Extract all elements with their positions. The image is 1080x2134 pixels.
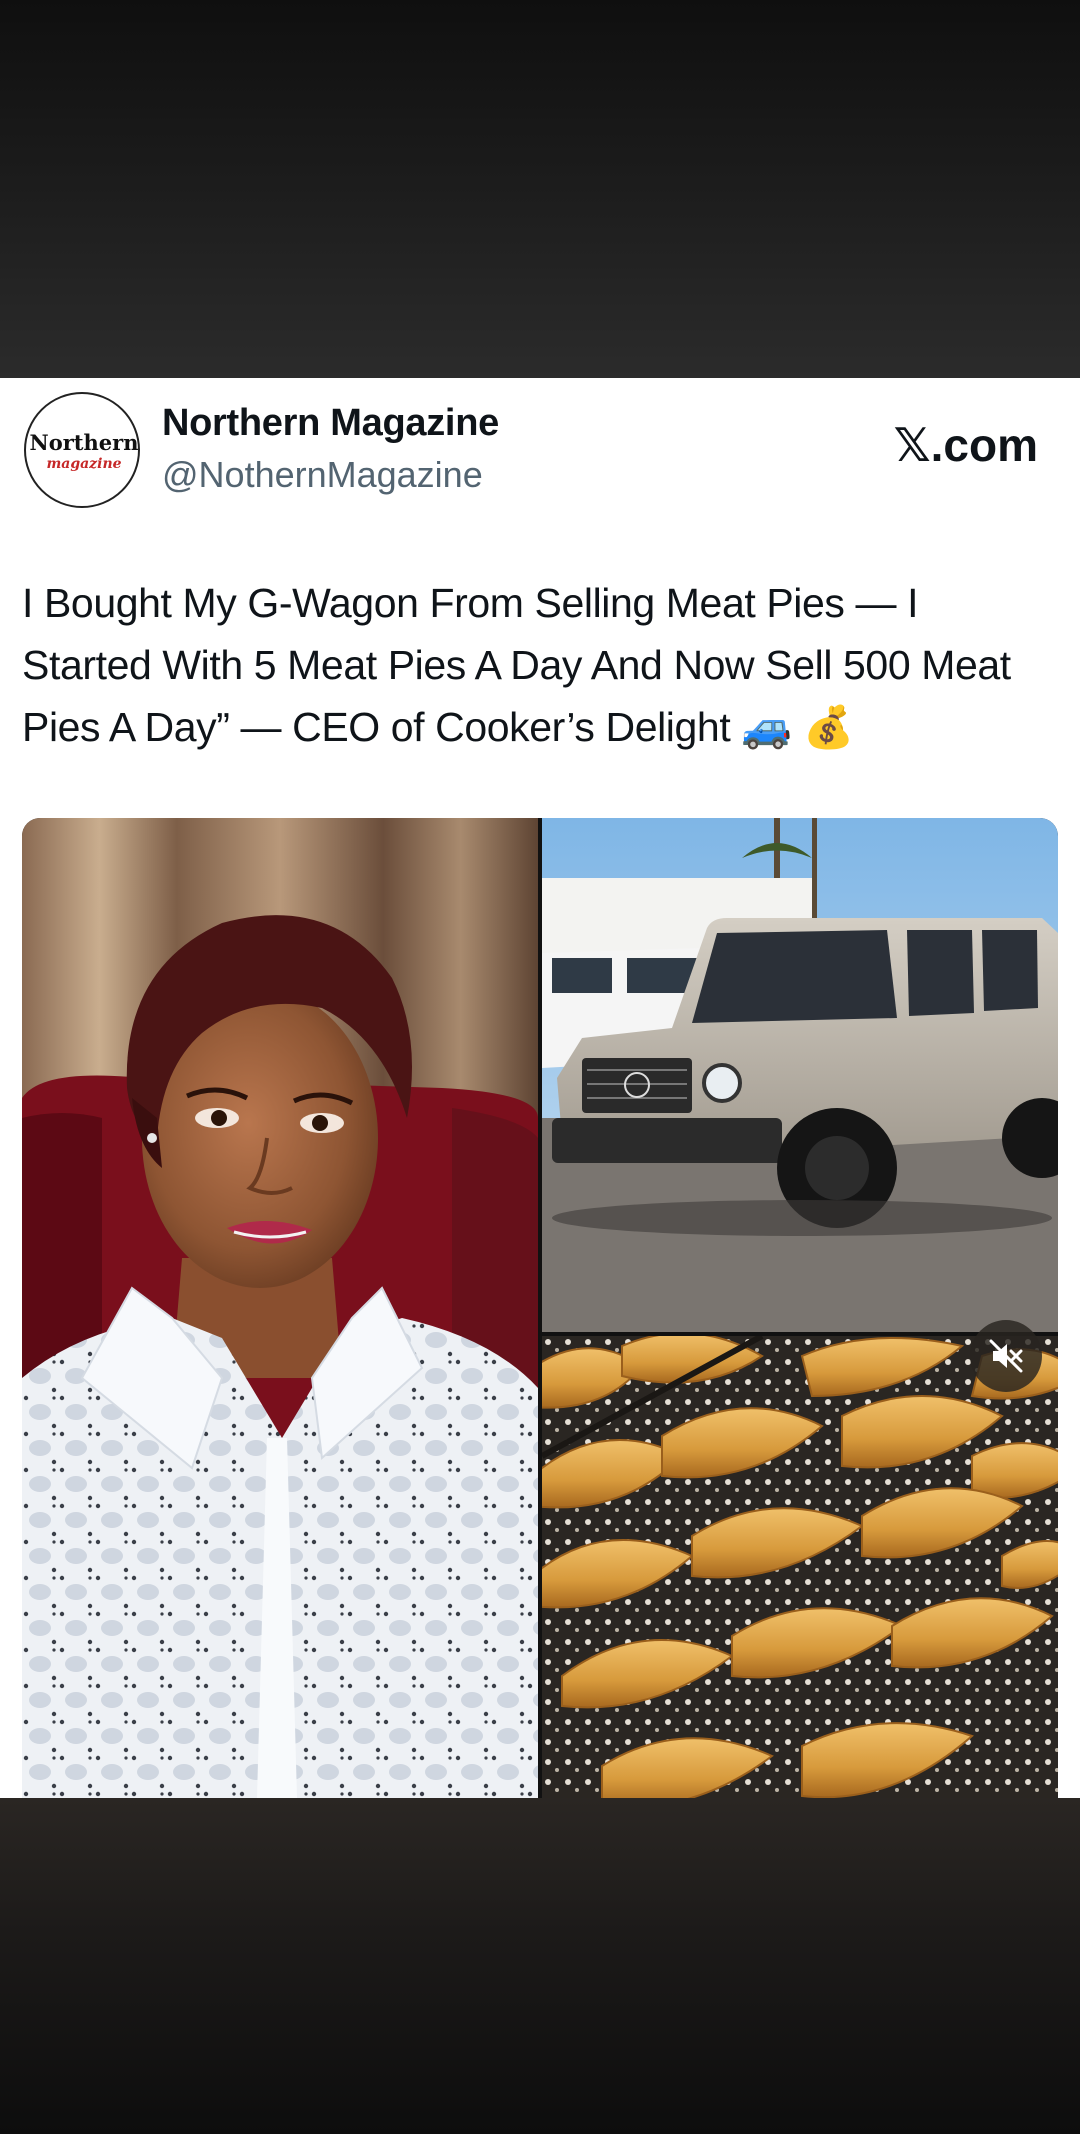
photo-g-wagon[interactable] bbox=[542, 818, 1058, 1332]
photo-woman-portrait[interactable] bbox=[22, 818, 538, 1798]
x-logo-icon: 𝕏 bbox=[893, 418, 931, 472]
top-background bbox=[0, 0, 1080, 378]
speaker-muted-icon bbox=[989, 1339, 1023, 1373]
mute-button[interactable] bbox=[970, 1320, 1042, 1392]
account-avatar[interactable]: Northern magazine bbox=[24, 392, 140, 508]
photo-collage[interactable] bbox=[22, 818, 1058, 1798]
brand-suffix: .com bbox=[930, 419, 1038, 471]
x-brand-logo: 𝕏.com bbox=[894, 418, 1038, 472]
account-name[interactable]: Northern Magazine bbox=[162, 402, 499, 445]
account-handle[interactable]: @NothernMagazine bbox=[162, 454, 483, 496]
avatar-logo-line2: magazine bbox=[46, 456, 122, 472]
post-card: Northern magazine Northern Magazine @Not… bbox=[0, 378, 1080, 1798]
photo-meat-pies[interactable] bbox=[542, 1336, 1058, 1798]
post-headline: I Bought My G-Wagon From Selling Meat Pi… bbox=[22, 580, 1011, 750]
avatar-logo-line1: Northern bbox=[29, 430, 139, 455]
bottom-background bbox=[0, 1798, 1080, 2134]
